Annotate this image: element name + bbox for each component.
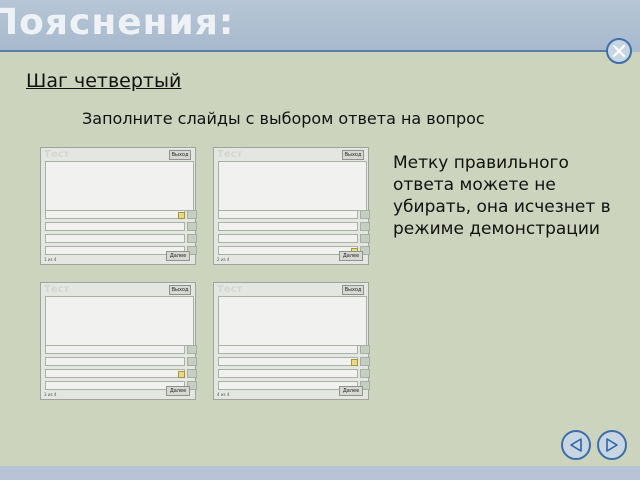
close-button[interactable] (606, 38, 632, 64)
footer-bar (0, 466, 640, 480)
slide-title: Тест (217, 149, 243, 160)
slide-answer-side (360, 210, 370, 219)
slide-counter: 3 из 4 (44, 392, 57, 397)
slide-answer-side (187, 222, 197, 231)
slide-question-area (45, 296, 194, 346)
triangle-left-icon (570, 438, 582, 452)
slide-title: Тест (44, 149, 70, 160)
slide-next-button: Далее (339, 386, 363, 396)
slide-thumbnail-1[interactable]: Тест Выход 1 из 4 Далее (40, 147, 197, 265)
page-title: Пояснения: (0, 2, 235, 43)
slide-answer-row (45, 345, 185, 354)
slide-answer-row (45, 210, 185, 219)
slide-next-button: Далее (339, 251, 363, 261)
slide-answer-side (187, 234, 197, 243)
slide-thumbnail-2[interactable]: Тест Выход 2 из 4 Далее (213, 147, 370, 265)
slide-answer-side (187, 345, 197, 354)
slide-title: Тест (44, 284, 70, 295)
slide-answer-side (360, 369, 370, 378)
slide-next-button: Далее (166, 386, 190, 396)
slide-answer-row (218, 381, 358, 390)
slide-answer-row (218, 210, 358, 219)
slide-answer-row (45, 381, 185, 390)
slide-question-area (218, 296, 367, 346)
header-bar: Пояснения: (0, 0, 640, 52)
close-icon (613, 45, 625, 57)
slide-answer-row (45, 246, 185, 255)
step-title: Шаг четвертый (26, 70, 182, 92)
slide-answer-side (360, 234, 370, 243)
slide-counter: 2 из 4 (217, 257, 230, 262)
slide-counter: 4 из 4 (217, 392, 230, 397)
slide-next-button: Далее (166, 251, 190, 261)
slide-answer-row (218, 222, 358, 231)
slide-answer-row (45, 357, 185, 366)
slide-answer-row (218, 246, 358, 255)
slide-counter: 1 из 4 (44, 257, 57, 262)
slide-exit-button: Выход (169, 285, 191, 295)
slide-answer-row (218, 357, 358, 366)
slide-question-area (218, 161, 367, 211)
slide-answer-row (45, 234, 185, 243)
prev-button[interactable] (561, 430, 591, 460)
slide-answer-side (187, 369, 197, 378)
slide-thumbnail-4[interactable]: Тест Выход 4 из 4 Далее (213, 282, 370, 400)
slide-exit-button: Выход (169, 150, 191, 160)
slide-answer-row (218, 345, 358, 354)
correct-answer-mark (178, 212, 185, 219)
correct-answer-mark (351, 359, 358, 366)
header-divider (0, 50, 606, 52)
slide-answer-side (360, 345, 370, 354)
slide-title: Тест (217, 284, 243, 295)
slide-thumbnail-3[interactable]: Тест Выход 3 из 4 Далее (40, 282, 197, 400)
step-subtitle: Заполните слайды с выбором ответа на воп… (82, 109, 485, 128)
step-note: Метку правильного ответа можете не убира… (393, 153, 611, 239)
slide-answer-row (45, 369, 185, 378)
slide-answer-side (187, 210, 197, 219)
slide-question-area (45, 161, 194, 211)
correct-answer-mark (178, 371, 185, 378)
slide-answer-side (187, 357, 197, 366)
slide-answer-side (360, 222, 370, 231)
slide-answer-row (218, 369, 358, 378)
next-button[interactable] (597, 430, 627, 460)
triangle-right-icon (606, 438, 618, 452)
slide-answer-row (45, 222, 185, 231)
slide-answer-row (218, 234, 358, 243)
slide-answer-side (360, 357, 370, 366)
slide-exit-button: Выход (342, 150, 364, 160)
slide-exit-button: Выход (342, 285, 364, 295)
